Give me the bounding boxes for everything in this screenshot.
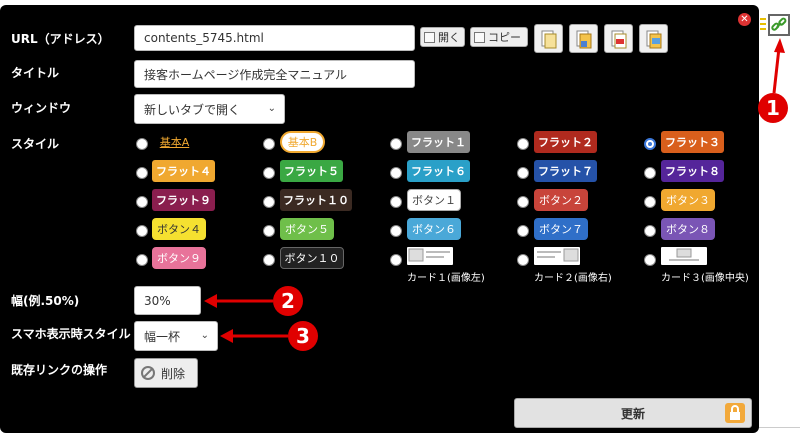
annotation-arrowhead-2: [204, 294, 217, 308]
annotation-overlay: [204, 38, 785, 343]
annotation-badge-3: 3: [288, 321, 318, 351]
annotation-badge-1: 1: [758, 93, 788, 123]
annotation-arrowhead-1: [774, 38, 785, 53]
annotation-arrow-1: [772, 47, 781, 94]
annotation-arrowhead-3: [220, 329, 233, 343]
annotation-badge-2: 2: [273, 286, 303, 316]
